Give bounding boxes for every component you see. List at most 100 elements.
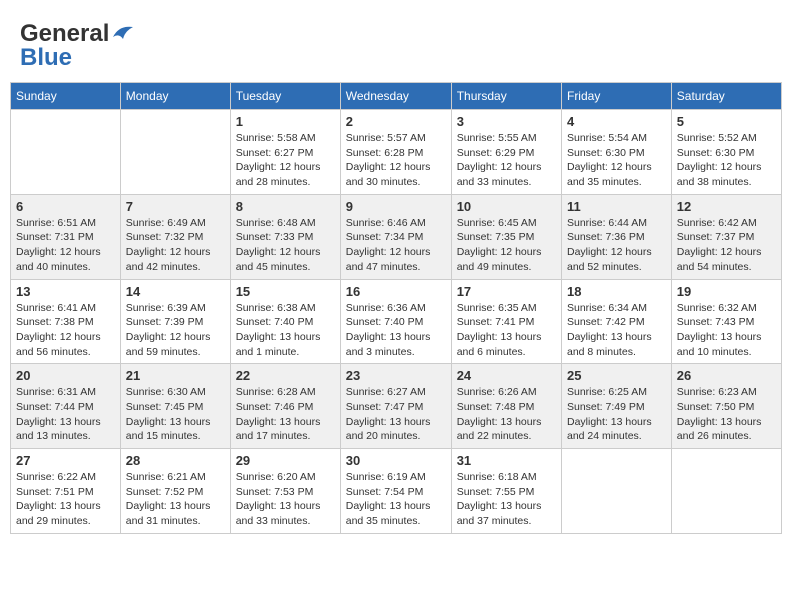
- day-info: Sunrise: 6:34 AMSunset: 7:42 PMDaylight:…: [567, 301, 666, 360]
- calendar-cell: 28 Sunrise: 6:21 AMSunset: 7:52 PMDayligh…: [120, 449, 230, 534]
- day-number: 12: [677, 199, 776, 214]
- calendar-cell: 12 Sunrise: 6:42 AMSunset: 7:37 PMDayligh…: [671, 194, 781, 279]
- calendar-cell: 10Sunrise: 6:45 AMSunset: 7:35 PMDayligh…: [451, 194, 561, 279]
- day-number: 20: [16, 368, 115, 383]
- day-info: Sunrise: 6:22 AMSunset: 7:51 PMDaylight:…: [16, 470, 115, 529]
- calendar-cell: 20 Sunrise: 6:31 AMSunset: 7:44 PMDayligh…: [11, 364, 121, 449]
- calendar-cell: 11 Sunrise: 6:44 AMSunset: 7:36 PMDayligh…: [561, 194, 671, 279]
- calendar-cell: 15 Sunrise: 6:38 AMSunset: 7:40 PMDayligh…: [230, 279, 340, 364]
- day-number: 8: [236, 199, 335, 214]
- logo: General Blue: [20, 20, 133, 72]
- calendar-cell: 6 Sunrise: 6:51 AMSunset: 7:31 PMDaylight…: [11, 194, 121, 279]
- calendar-cell: 19Sunrise: 6:32 AMSunset: 7:43 PMDayligh…: [671, 279, 781, 364]
- day-number: 2: [346, 114, 446, 129]
- day-number: 17: [457, 284, 556, 299]
- calendar-cell: 17Sunrise: 6:35 AMSunset: 7:41 PMDayligh…: [451, 279, 561, 364]
- day-info: Sunrise: 6:46 AMSunset: 7:34 PMDaylight:…: [346, 216, 446, 275]
- day-info: Sunrise: 6:28 AMSunset: 7:46 PMDaylight:…: [236, 385, 335, 444]
- calendar-cell: 4 Sunrise: 5:54 AMSunset: 6:30 PMDaylight…: [561, 110, 671, 195]
- calendar-cell: 18 Sunrise: 6:34 AMSunset: 7:42 PMDayligh…: [561, 279, 671, 364]
- day-number: 28: [126, 453, 225, 468]
- day-number: 31: [457, 453, 556, 468]
- day-info: Sunrise: 6:39 AMSunset: 7:39 PMDaylight:…: [126, 301, 225, 360]
- day-number: 10: [457, 199, 556, 214]
- day-info: Sunrise: 6:48 AMSunset: 7:33 PMDaylight:…: [236, 216, 335, 275]
- weekday-header-tuesday: Tuesday: [230, 83, 340, 110]
- calendar-cell: [120, 110, 230, 195]
- day-number: 27: [16, 453, 115, 468]
- day-info: Sunrise: 6:31 AMSunset: 7:44 PMDaylight:…: [16, 385, 115, 444]
- day-info: Sunrise: 6:38 AMSunset: 7:40 PMDaylight:…: [236, 301, 335, 360]
- day-info: Sunrise: 6:32 AMSunset: 7:43 PMDaylight:…: [677, 301, 776, 360]
- weekday-header-row: SundayMondayTuesdayWednesdayThursdayFrid…: [11, 83, 782, 110]
- day-number: 16: [346, 284, 446, 299]
- day-info: Sunrise: 6:25 AMSunset: 7:49 PMDaylight:…: [567, 385, 666, 444]
- calendar-cell: 1Sunrise: 5:58 AMSunset: 6:27 PMDaylight…: [230, 110, 340, 195]
- day-info: Sunrise: 6:23 AMSunset: 7:50 PMDaylight:…: [677, 385, 776, 444]
- day-number: 30: [346, 453, 446, 468]
- day-info: Sunrise: 6:51 AMSunset: 7:31 PMDaylight:…: [16, 216, 115, 275]
- calendar-week-row: 6 Sunrise: 6:51 AMSunset: 7:31 PMDaylight…: [11, 194, 782, 279]
- calendar-cell: 30 Sunrise: 6:19 AMSunset: 7:54 PMDayligh…: [340, 449, 451, 534]
- weekday-header-wednesday: Wednesday: [340, 83, 451, 110]
- calendar-cell: 2 Sunrise: 5:57 AMSunset: 6:28 PMDaylight…: [340, 110, 451, 195]
- calendar-cell: 8 Sunrise: 6:48 AMSunset: 7:33 PMDaylight…: [230, 194, 340, 279]
- weekday-header-thursday: Thursday: [451, 83, 561, 110]
- day-info: Sunrise: 6:49 AMSunset: 7:32 PMDaylight:…: [126, 216, 225, 275]
- day-info: Sunrise: 6:18 AMSunset: 7:55 PMDaylight:…: [457, 470, 556, 529]
- calendar-cell: 25 Sunrise: 6:25 AMSunset: 7:49 PMDayligh…: [561, 364, 671, 449]
- calendar-cell: [561, 449, 671, 534]
- calendar-cell: 9 Sunrise: 6:46 AMSunset: 7:34 PMDaylight…: [340, 194, 451, 279]
- calendar-cell: 5Sunrise: 5:52 AMSunset: 6:30 PMDaylight…: [671, 110, 781, 195]
- day-number: 18: [567, 284, 666, 299]
- calendar-cell: 21 Sunrise: 6:30 AMSunset: 7:45 PMDayligh…: [120, 364, 230, 449]
- calendar-cell: 16 Sunrise: 6:36 AMSunset: 7:40 PMDayligh…: [340, 279, 451, 364]
- calendar-cell: 31 Sunrise: 6:18 AMSunset: 7:55 PMDayligh…: [451, 449, 561, 534]
- weekday-header-monday: Monday: [120, 83, 230, 110]
- day-info: Sunrise: 6:26 AMSunset: 7:48 PMDaylight:…: [457, 385, 556, 444]
- day-info: Sunrise: 6:20 AMSunset: 7:53 PMDaylight:…: [236, 470, 335, 529]
- day-info: Sunrise: 6:21 AMSunset: 7:52 PMDaylight:…: [126, 470, 225, 529]
- day-info: Sunrise: 5:55 AMSunset: 6:29 PMDaylight:…: [457, 131, 556, 190]
- day-info: Sunrise: 6:30 AMSunset: 7:45 PMDaylight:…: [126, 385, 225, 444]
- calendar-table: SundayMondayTuesdayWednesdayThursdayFrid…: [10, 82, 782, 534]
- day-info: Sunrise: 6:44 AMSunset: 7:36 PMDaylight:…: [567, 216, 666, 275]
- calendar-cell: 13Sunrise: 6:41 AMSunset: 7:38 PMDayligh…: [11, 279, 121, 364]
- day-info: Sunrise: 6:42 AMSunset: 7:37 PMDaylight:…: [677, 216, 776, 275]
- day-number: 21: [126, 368, 225, 383]
- day-info: Sunrise: 5:57 AMSunset: 6:28 PMDaylight:…: [346, 131, 446, 190]
- day-number: 1: [236, 114, 335, 129]
- day-number: 11: [567, 199, 666, 214]
- calendar-week-row: 13Sunrise: 6:41 AMSunset: 7:38 PMDayligh…: [11, 279, 782, 364]
- calendar-cell: 29Sunrise: 6:20 AMSunset: 7:53 PMDayligh…: [230, 449, 340, 534]
- day-info: Sunrise: 6:36 AMSunset: 7:40 PMDaylight:…: [346, 301, 446, 360]
- page-header: General Blue: [10, 10, 782, 77]
- calendar-week-row: 27 Sunrise: 6:22 AMSunset: 7:51 PMDayligh…: [11, 449, 782, 534]
- calendar-cell: 27 Sunrise: 6:22 AMSunset: 7:51 PMDayligh…: [11, 449, 121, 534]
- day-number: 26: [677, 368, 776, 383]
- calendar-week-row: 20 Sunrise: 6:31 AMSunset: 7:44 PMDayligh…: [11, 364, 782, 449]
- day-number: 4: [567, 114, 666, 129]
- day-info: Sunrise: 6:19 AMSunset: 7:54 PMDaylight:…: [346, 470, 446, 529]
- day-number: 14: [126, 284, 225, 299]
- day-number: 3: [457, 114, 556, 129]
- day-number: 25: [567, 368, 666, 383]
- day-number: 9: [346, 199, 446, 214]
- day-number: 22: [236, 368, 335, 383]
- calendar-cell: 26 Sunrise: 6:23 AMSunset: 7:50 PMDayligh…: [671, 364, 781, 449]
- day-number: 6: [16, 199, 115, 214]
- calendar-cell: 14 Sunrise: 6:39 AMSunset: 7:39 PMDayligh…: [120, 279, 230, 364]
- day-number: 7: [126, 199, 225, 214]
- day-number: 23: [346, 368, 446, 383]
- weekday-header-friday: Friday: [561, 83, 671, 110]
- day-number: 24: [457, 368, 556, 383]
- weekday-header-saturday: Saturday: [671, 83, 781, 110]
- logo-blue: Blue: [20, 44, 72, 72]
- day-number: 15: [236, 284, 335, 299]
- calendar-cell: 24 Sunrise: 6:26 AMSunset: 7:48 PMDayligh…: [451, 364, 561, 449]
- calendar-cell: [671, 449, 781, 534]
- day-info: Sunrise: 6:41 AMSunset: 7:38 PMDaylight:…: [16, 301, 115, 360]
- day-number: 5: [677, 114, 776, 129]
- day-info: Sunrise: 5:54 AMSunset: 6:30 PMDaylight:…: [567, 131, 666, 190]
- calendar-cell: 7 Sunrise: 6:49 AMSunset: 7:32 PMDaylight…: [120, 194, 230, 279]
